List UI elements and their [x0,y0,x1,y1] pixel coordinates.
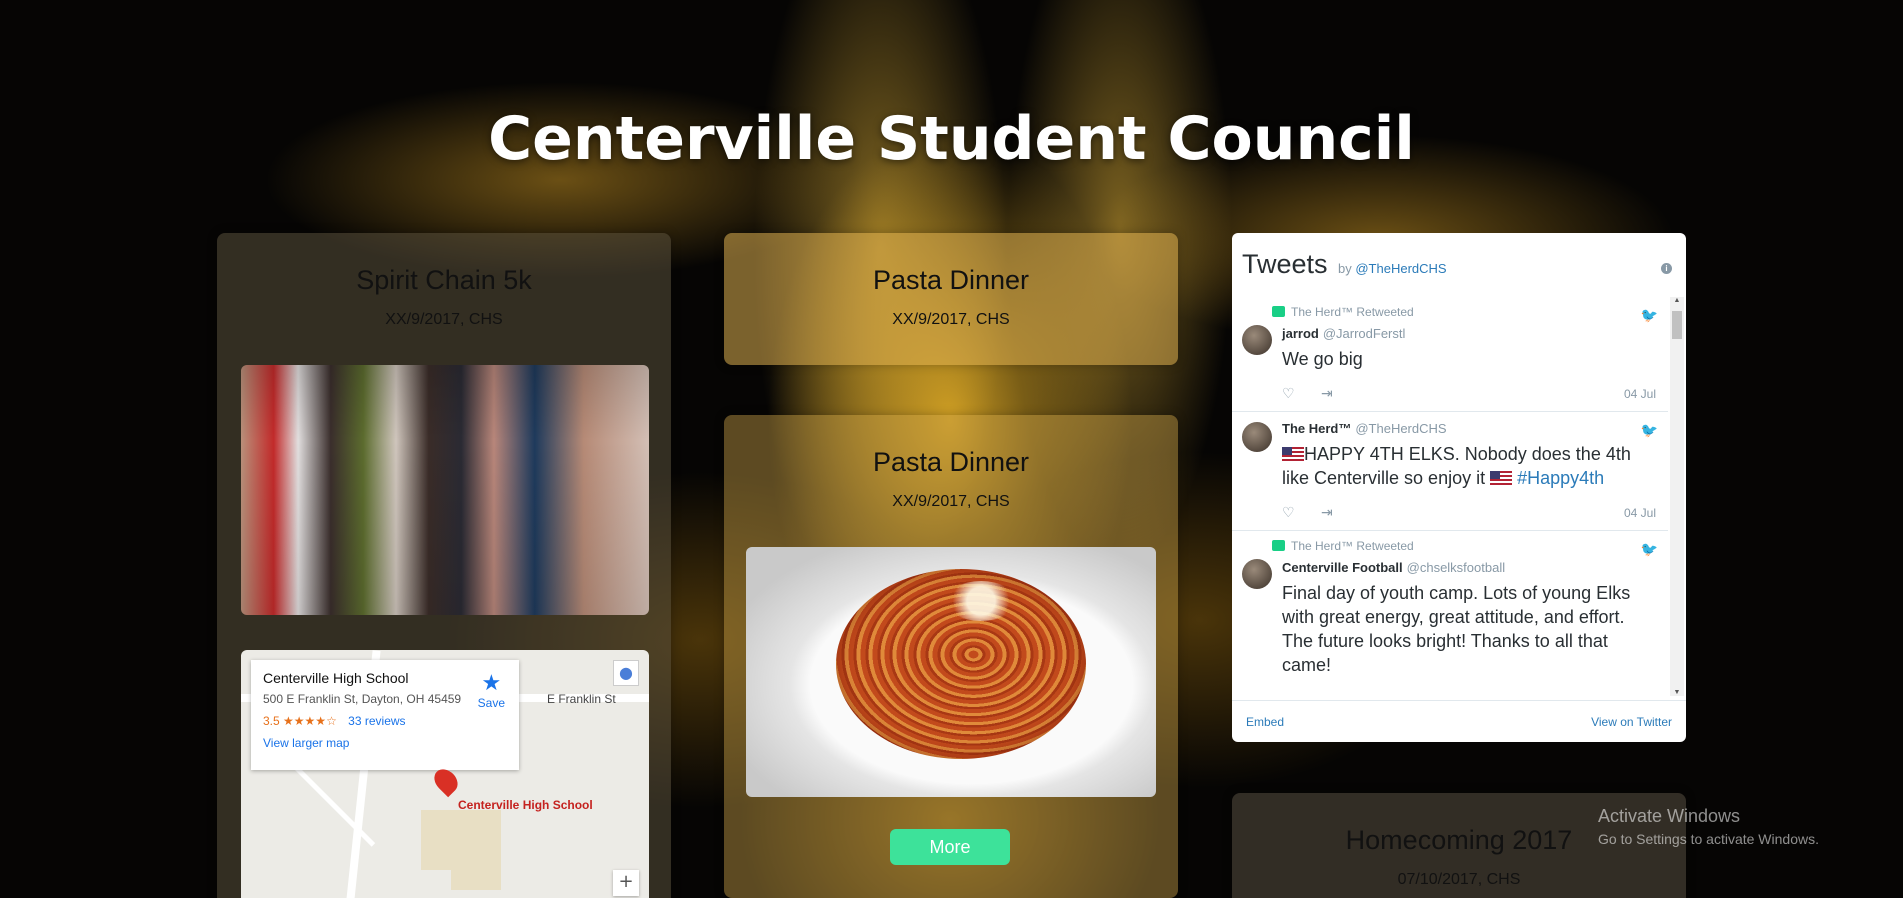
twitter-header: Tweets by @TheHerdCHS [1242,249,1447,279]
rating-value: 3.5 [263,714,280,728]
embed-link[interactable]: Embed [1246,715,1284,729]
avatar[interactable] [1242,422,1272,452]
retweet-label: The Herd™ Retweeted [1291,539,1414,553]
retweet-icon [1272,306,1285,317]
retweet-context: The Herd™ Retweeted [1272,305,1656,319]
place-rating: 3.5 ★★★★☆ 33 reviews [263,714,507,728]
street-label: E Franklin St [547,692,616,706]
event-card-pasta-dinner: Pasta Dinner XX/9/2017, CHS [724,233,1178,365]
tweet-actions: ♡ ⇥ 04 Jul [1282,504,1656,520]
author-handle: @TheHerdCHS [1355,421,1447,436]
tweet-text: We go big [1282,349,1363,369]
by-label: by [1338,261,1352,276]
like-icon[interactable]: ♡ [1282,385,1295,402]
share-icon[interactable]: ⇥ [1321,385,1333,402]
avatar[interactable] [1242,559,1272,589]
save-label: Save [477,696,505,710]
scroll-down-arrow-icon[interactable]: ▼ [1670,689,1684,696]
place-address: 500 E Franklin St, Dayton, OH 45459 [263,692,462,706]
twitter-bird-icon[interactable]: 🐦 [1641,422,1658,439]
like-icon[interactable]: ♡ [1282,504,1295,521]
card-date: 07/10/2017, CHS [1397,871,1521,888]
windows-activation-watermark: Activate Windows Go to Settings to activ… [1598,806,1819,847]
scroll-up-arrow-icon[interactable]: ▲ [1670,297,1684,304]
view-larger-map-link[interactable]: View larger map [263,736,507,750]
rating-stars: ★★★★☆ [283,714,337,728]
activate-windows-subtitle: Go to Settings to activate Windows. [1598,831,1819,847]
card-title: Spirit Chain 5k [356,265,532,295]
tweet-author[interactable]: The Herd™ @TheHerdCHS [1282,420,1656,438]
card-title: Pasta Dinner [872,265,1030,295]
author-handle: @chselksfootball [1406,560,1506,575]
parmesan [946,581,1016,621]
tweet-date[interactable]: 04 Jul [1624,387,1656,401]
save-button[interactable]: ★ Save [478,670,505,710]
avatar[interactable] [1242,325,1272,355]
us-flag-icon [1282,447,1304,461]
info-icon[interactable]: i [1661,263,1672,274]
us-flag-icon [1490,471,1513,485]
card-date: XX/9/2017, CHS [892,493,1010,510]
profile-handle-link[interactable]: @TheHerdCHS [1355,261,1446,276]
pasta-photo [746,547,1156,797]
tweet[interactable]: The Herd™ Retweeted jarrod @JarrodFerstl … [1232,297,1668,412]
card-date: XX/9/2017, CHS [385,311,503,328]
google-map[interactable]: E Franklin St Centerville High School 50… [241,650,649,898]
tweet-text: HAPPY 4TH ELKS. Nobody does the 4th like… [1282,442,1656,490]
activate-windows-title: Activate Windows [1598,806,1741,826]
tweet-author[interactable]: jarrod @JarrodFerstl [1282,325,1656,343]
tweet-actions: ♡ ⇥ 04 Jul [1282,385,1656,401]
author-name: jarrod [1282,326,1319,341]
pegman-icon[interactable]: ● [613,660,639,686]
event-card-spirit-chain: Spirit Chain 5k XX/9/2017, CHS E Frankli… [217,233,671,898]
pin-label: Centerville High School [458,798,593,812]
author-name: The Herd™ [1282,421,1352,436]
page-title: Centerville Student Council [488,104,1415,174]
tweet-author[interactable]: Centerville Football @chselksfootball [1282,559,1656,577]
zoom-in-button[interactable]: + [613,870,639,896]
tweets-title: Tweets [1242,249,1328,279]
place-name: Centerville High School [263,670,409,686]
retweet-label: The Herd™ Retweeted [1291,305,1414,319]
twitter-bird-icon[interactable]: 🐦 [1641,307,1658,324]
map-building [451,850,501,890]
tweets-byline: by @TheHerdCHS [1338,261,1447,276]
event-card-pasta-dinner-photo: Pasta Dinner XX/9/2017, CHS More [724,415,1178,898]
card-date: XX/9/2017, CHS [892,311,1010,328]
more-button[interactable]: More [890,829,1010,865]
twitter-footer: Embed View on Twitter [1232,700,1686,742]
tweet-text: Final day of youth camp. Lots of young E… [1282,583,1631,675]
author-handle: @JarrodFerstl [1322,326,1406,341]
tweet-list[interactable]: The Herd™ Retweeted jarrod @JarrodFerstl … [1232,297,1668,696]
retweet-icon [1272,540,1285,551]
card-title: Pasta Dinner [872,447,1030,477]
tweet-date[interactable]: 04 Jul [1624,506,1656,520]
tweet[interactable]: The Herd™ Retweeted Centerville Football… [1232,531,1668,687]
retweet-context: The Herd™ Retweeted [1272,539,1656,553]
share-icon[interactable]: ⇥ [1321,504,1333,521]
hashtag-link[interactable]: #Happy4th [1517,468,1604,488]
twitter-bird-icon[interactable]: 🐦 [1641,541,1658,558]
runners-photo [241,365,649,615]
tweet[interactable]: The Herd™ @TheHerdCHS HAPPY 4TH ELKS. Nob… [1232,412,1668,531]
star-icon: ★ [481,670,502,695]
twitter-timeline-widget: Tweets by @TheHerdCHS i The Herd™ Retwee… [1232,233,1686,742]
place-info-box: Centerville High School 500 E Franklin S… [251,660,519,770]
author-name: Centerville Football [1282,560,1403,575]
tweet-list-scrollbar[interactable]: ▲ ▼ [1670,297,1684,696]
view-on-twitter-link[interactable]: View on Twitter [1591,715,1672,729]
scrollbar-thumb[interactable] [1672,311,1682,339]
reviews-link[interactable]: 33 reviews [348,714,405,728]
